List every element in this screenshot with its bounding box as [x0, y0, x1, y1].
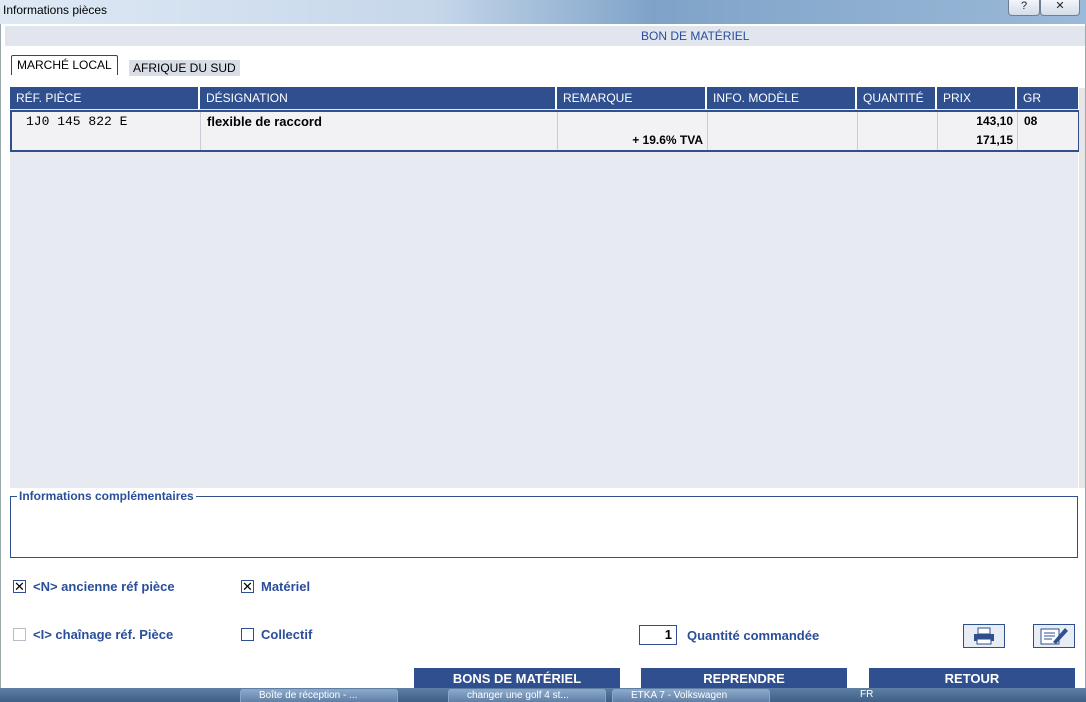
- ancienne-ref-label[interactable]: <N> ancienne réf pièce: [33, 579, 175, 594]
- col-designation[interactable]: DÉSIGNATION: [200, 87, 557, 109]
- taskbar-item-mail[interactable]: Boîte de réception - ...: [240, 689, 398, 702]
- bons-de-materiel-button[interactable]: BONS DE MATÉRIEL: [414, 668, 620, 690]
- reprendre-button[interactable]: REPRENDRE: [641, 668, 847, 690]
- col-remarque[interactable]: REMARQUE: [557, 87, 707, 109]
- quantity-label: Quantité commandée: [687, 628, 820, 643]
- ancienne-ref-checkbox[interactable]: ✕: [13, 580, 26, 593]
- remarque-value: + 19.6% TVA: [632, 133, 703, 147]
- page-title: BON DE MATÉRIEL: [641, 29, 750, 43]
- chainage-label[interactable]: <I> chaînage réf. Pièce: [33, 627, 173, 642]
- gr-value: 08: [1024, 114, 1038, 128]
- header-strip: BON DE MATÉRIEL: [5, 26, 1085, 46]
- cell-remarque: + 19.6% TVA: [557, 112, 708, 150]
- materiel-checkbox[interactable]: ✕: [241, 580, 254, 593]
- table-header: RÉF. PIÈCE DÉSIGNATION REMARQUE INFO. MO…: [10, 87, 1078, 109]
- col-quantite[interactable]: QUANTITÉ: [857, 87, 937, 109]
- col-ref[interactable]: RÉF. PIÈCE: [10, 87, 200, 109]
- right-scrollbar[interactable]: [1079, 88, 1085, 488]
- materiel-label[interactable]: Matériel: [261, 579, 310, 594]
- taskbar-item-browser[interactable]: changer une golf 4 st...: [448, 689, 606, 702]
- cell-gr: 08: [1017, 112, 1078, 150]
- prix-tva-value: 171,15: [976, 133, 1013, 147]
- printer-icon: [974, 627, 994, 645]
- edit-note-icon: [1040, 628, 1068, 645]
- info-complementaires-box[interactable]: Informations complémentaires: [10, 489, 1078, 558]
- col-gr[interactable]: GR: [1017, 87, 1078, 109]
- chainage-checkbox[interactable]: [13, 628, 26, 641]
- cell-prix: 143,10 171,15: [937, 112, 1018, 150]
- parts-table: RÉF. PIÈCE DÉSIGNATION REMARQUE INFO. MO…: [10, 87, 1080, 488]
- table-row[interactable]: 1J0 145 822 E flexible de raccord + 19.6…: [10, 110, 1080, 152]
- ref-value: 1J0 145 822 E: [26, 114, 128, 129]
- edit-button[interactable]: [1033, 624, 1075, 648]
- cell-quantite: [857, 112, 938, 150]
- title-bar: Informations pièces ? ✕: [0, 0, 1086, 24]
- close-button[interactable]: ✕: [1040, 0, 1080, 16]
- cell-designation: flexible de raccord: [200, 112, 558, 150]
- retour-button[interactable]: RETOUR: [869, 668, 1075, 690]
- tab-afrique-du-sud[interactable]: AFRIQUE DU SUD: [129, 60, 240, 76]
- tab-marche-local[interactable]: MARCHÉ LOCAL: [11, 55, 118, 75]
- designation-value: flexible de raccord: [207, 114, 322, 129]
- window-title: Informations pièces: [3, 3, 108, 17]
- col-prix[interactable]: PRIX: [937, 87, 1017, 109]
- taskbar-item-etka[interactable]: ETKA 7 - Volkswagen: [612, 689, 770, 702]
- col-info-modele[interactable]: INFO. MODÈLE: [707, 87, 857, 109]
- cell-info-modele: [707, 112, 858, 150]
- print-button[interactable]: [963, 624, 1005, 648]
- quantity-input[interactable]: 1: [639, 625, 677, 645]
- taskbar: Boîte de réception - ... changer une gol…: [0, 688, 1086, 702]
- info-complementaires-label: Informations complémentaires: [17, 489, 196, 503]
- collectif-checkbox[interactable]: [241, 628, 254, 641]
- help-button[interactable]: ?: [1008, 0, 1040, 16]
- language-indicator[interactable]: FR: [860, 689, 873, 700]
- cell-ref: 1J0 145 822 E: [12, 112, 201, 150]
- prix-value: 143,10: [976, 114, 1013, 128]
- collectif-label[interactable]: Collectif: [261, 627, 312, 642]
- main-window: BON DE MATÉRIEL MARCHÉ LOCAL AFRIQUE DU …: [0, 24, 1086, 690]
